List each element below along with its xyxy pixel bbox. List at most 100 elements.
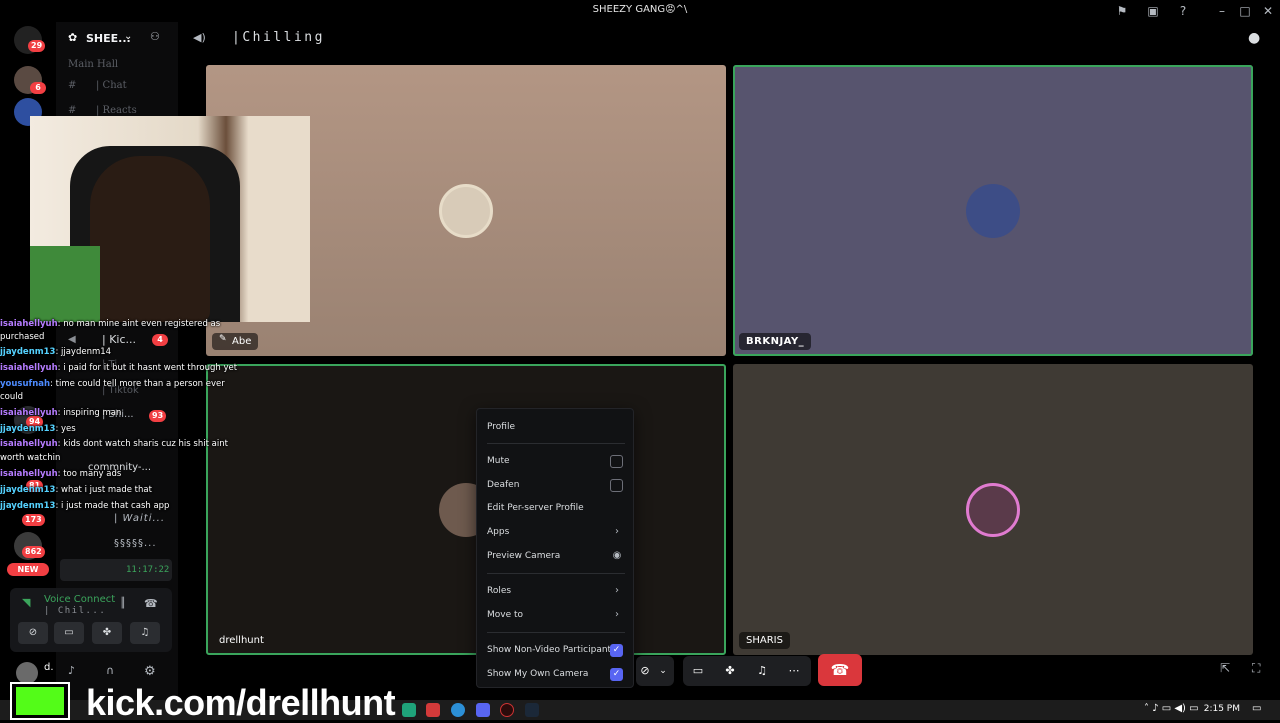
screen-share-button[interactable]: ▭ xyxy=(54,622,84,644)
menu-divider xyxy=(487,573,625,574)
browser-icon[interactable] xyxy=(451,703,465,717)
app-icon[interactable] xyxy=(402,703,416,717)
webcam-person xyxy=(90,156,210,322)
webcam-overlay xyxy=(30,116,310,322)
menu-label: Edit Per-server Profile xyxy=(487,503,584,513)
fullscreen-icon[interactable]: ⛶ xyxy=(1252,661,1260,676)
chevron-right-icon: › xyxy=(615,609,619,620)
menu-item-preview-camera[interactable]: Preview Camera ◉ xyxy=(487,546,625,566)
headphones-icon[interactable]: ∩ xyxy=(106,664,114,677)
chat-bubble-icon[interactable]: ● xyxy=(1248,30,1260,46)
chevron-down-icon[interactable]: ⌄ xyxy=(124,31,132,42)
avatar[interactable] xyxy=(16,662,38,684)
chevron-right-icon: › xyxy=(615,585,619,596)
activities-icon[interactable]: ✤ xyxy=(723,664,737,678)
menu-label: Preview Camera xyxy=(487,551,561,561)
disconnect-icon[interactable]: ☎ xyxy=(144,597,158,610)
speaker-icon: ◀) xyxy=(193,31,206,44)
close-button[interactable]: ✕ xyxy=(1260,3,1276,19)
new-pill[interactable]: NEW xyxy=(7,563,49,576)
participant-tile[interactable]: drellhunt xyxy=(206,364,726,655)
help-icon[interactable]: ? xyxy=(1175,3,1191,19)
channel-reacts[interactable]: | Reacts xyxy=(96,105,137,116)
menu-item-apps[interactable]: Apps › xyxy=(487,522,625,542)
clock: 2:15 PM xyxy=(1203,704,1240,714)
inbox-icon[interactable]: ⚑ xyxy=(1114,3,1130,19)
menu-item-edit-profile[interactable]: Edit Per-server Profile xyxy=(487,498,625,518)
chat-message: isaiahellyuh: i paid for it but it hasnt… xyxy=(0,362,240,375)
menu-item-profile[interactable]: Profile xyxy=(487,417,625,437)
menu-label: Show My Own Camera xyxy=(487,669,589,679)
menu-divider xyxy=(487,632,625,633)
steam-icon[interactable] xyxy=(525,703,539,717)
eye-icon: ◉ xyxy=(612,550,622,561)
soundboard-button[interactable]: ♫ xyxy=(130,622,160,644)
menu-label: Roles xyxy=(487,586,512,596)
minimize-button[interactable]: – xyxy=(1214,3,1230,19)
pop-out-icon[interactable]: ⇱ xyxy=(1220,661,1230,675)
voice-channel-red[interactable]: §§§§§... xyxy=(114,538,157,549)
camera-off-icon: ⊘ xyxy=(640,664,650,677)
server-badge: 173 xyxy=(22,514,45,526)
voice-channel-name[interactable]: | Chil... xyxy=(44,606,106,616)
chat-message: jjaydenm13: yes xyxy=(0,423,240,436)
voice-channel-waiting[interactable]: | Waiti... xyxy=(114,513,165,524)
category-label[interactable]: Main Hall xyxy=(68,59,118,70)
microphone-icon[interactable]: ♪ xyxy=(68,664,75,677)
channel-chat[interactable]: | Chat xyxy=(96,80,127,91)
menu-item-move-to[interactable]: Move to › xyxy=(487,605,625,625)
show-own-camera-checkbox[interactable]: ✓ xyxy=(610,668,623,681)
chat-user: isaiahellyuh xyxy=(0,363,58,373)
settings-gear-icon[interactable]: ⚙ xyxy=(144,664,156,679)
leave-call-button[interactable]: ☎ xyxy=(818,654,862,686)
screen-share-icon[interactable]: ▭ xyxy=(691,664,705,678)
add-member-icon[interactable]: ⚇ xyxy=(150,30,160,43)
voice-status[interactable]: Voice Connect xyxy=(44,594,115,605)
chat-text: : too many ads xyxy=(57,469,122,479)
noise-suppression-icon[interactable]: ║ xyxy=(120,598,126,609)
chat-text: : yes xyxy=(55,424,76,434)
participant-name: BRKNJAY_ xyxy=(739,333,812,350)
participant-tile[interactable]: BRKNJAY_ xyxy=(733,65,1253,356)
notification-icon[interactable]: ▭ xyxy=(1252,703,1261,714)
camera-off-button[interactable]: ⊘ xyxy=(18,622,48,644)
chat-message: jjaydenm13: what i just made that xyxy=(0,484,240,497)
username[interactable]: d. xyxy=(44,662,54,673)
chat-message: jjaydenm13: jjaydenm14 xyxy=(0,346,240,359)
soundboard-icon[interactable]: ♫ xyxy=(755,664,769,678)
chat-user: yousufnah xyxy=(0,379,51,389)
window-title: SHEEZY GANG😡^\ xyxy=(592,4,688,15)
camera-control[interactable]: ⊘ ⌄ xyxy=(636,656,674,686)
chevron-down-icon[interactable]: ⌄ xyxy=(656,664,670,678)
chat-user: jjaydenm13 xyxy=(0,424,56,434)
app-icon[interactable] xyxy=(426,703,440,717)
mute-checkbox[interactable] xyxy=(610,455,623,468)
chat-message: isaiahellyuh: kids dont watch sharis cuz… xyxy=(0,438,240,451)
menu-item-show-non-video[interactable]: Show Non-Video Participants ✓ xyxy=(487,640,625,660)
menu-label: Deafen xyxy=(487,480,520,490)
menu-item-deafen[interactable]: Deafen xyxy=(487,475,625,495)
menu-item-mute[interactable]: Mute xyxy=(487,451,625,471)
kick-logo-mark xyxy=(16,687,64,715)
menu-label: Apps xyxy=(487,527,510,537)
deafen-checkbox[interactable] xyxy=(610,479,623,492)
show-non-video-checkbox[interactable]: ✓ xyxy=(610,644,623,657)
window-icon[interactable]: ▣ xyxy=(1145,3,1161,19)
more-options-icon[interactable]: ⋯ xyxy=(787,664,801,678)
participant-tile[interactable]: SHARIS xyxy=(733,364,1253,655)
menu-item-show-own-camera[interactable]: Show My Own Camera ✓ xyxy=(487,664,625,684)
tray-icons[interactable]: ˄ ♪ ▭ ◀) ▭ xyxy=(1144,703,1199,714)
hash-icon: # xyxy=(68,105,77,116)
discord-icon[interactable] xyxy=(476,703,490,717)
chat-text: : no man mine aint even registered as xyxy=(57,319,221,329)
signal-icon: ◥ xyxy=(22,596,31,609)
menu-label: Profile xyxy=(487,422,515,432)
server-gear-icon: ✿ xyxy=(68,31,78,44)
chat-user: isaiahellyuh xyxy=(0,319,58,329)
maximize-button[interactable]: □ xyxy=(1237,3,1253,19)
avatar xyxy=(966,184,1020,238)
activities-button[interactable]: ✤ xyxy=(92,622,122,644)
participant-name: SHARIS xyxy=(739,632,790,649)
menu-item-roles[interactable]: Roles › xyxy=(487,581,625,601)
app-icon[interactable] xyxy=(500,703,514,717)
